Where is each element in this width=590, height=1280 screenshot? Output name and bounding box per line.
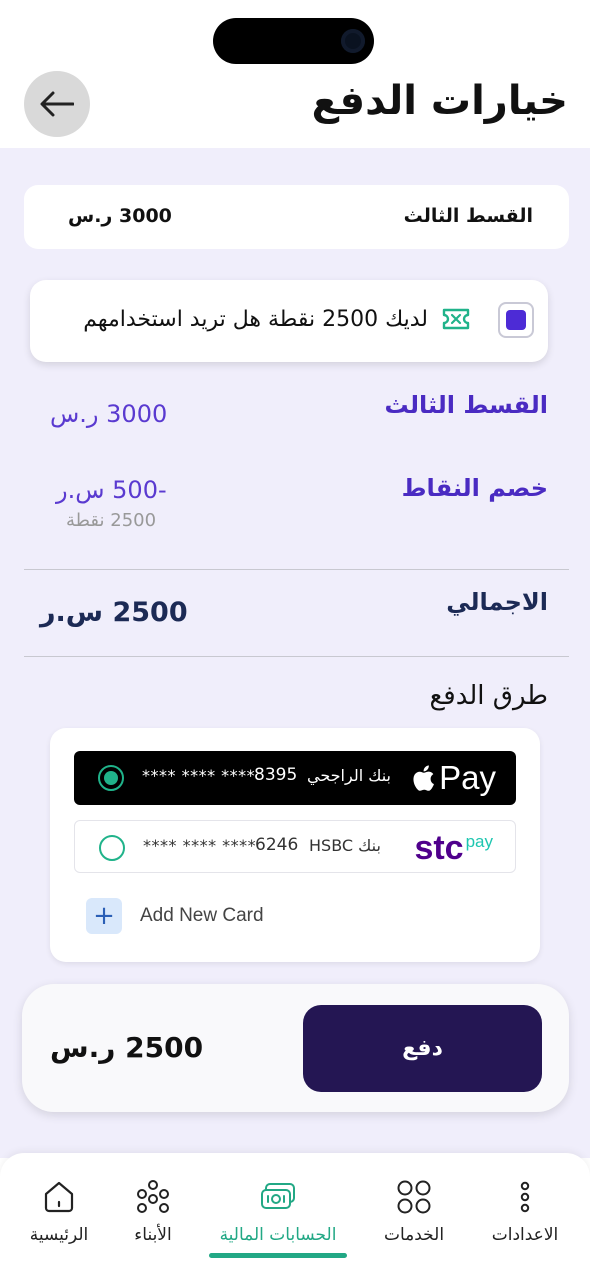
radio-dot <box>104 771 118 785</box>
ticket-icon <box>442 308 470 330</box>
card-last4: 8395 <box>254 765 298 785</box>
header: خيارات الدفع <box>0 64 590 148</box>
points-prompt-text: لديك 2500 نقطة هل تريد استخدامهم <box>83 307 428 332</box>
money-icon <box>261 1183 295 1209</box>
camera-icon <box>341 29 365 53</box>
tab-label: الخدمات <box>383 1225 445 1245</box>
family-icon <box>137 1180 169 1213</box>
summary-divider <box>24 569 569 570</box>
discount-value: -500 س.ر <box>56 476 167 504</box>
pay-bar: 2500 ر.س دفع <box>22 984 569 1112</box>
bank-name: بنك HSBC <box>309 836 381 855</box>
radio-unselected[interactable] <box>99 835 125 861</box>
camera-notch <box>213 18 374 64</box>
add-new-card-label: Add New Card <box>140 905 264 926</box>
payment-methods-title: طرق الدفع <box>429 681 548 711</box>
installment-value: 3000 ر.س <box>50 400 168 428</box>
payment-method-stc-pay[interactable]: **** **** **** 6246 بنك HSBC stc pay <box>74 820 516 873</box>
apple-pay-wordmark: Pay <box>439 759 496 796</box>
tab-services[interactable]: الخدمات <box>359 1177 469 1245</box>
installment-card-amount: 3000 ر.س <box>68 205 172 227</box>
use-points-checkbox[interactable] <box>498 302 534 338</box>
more-vertical-icon <box>520 1181 530 1213</box>
payment-method-apple-pay[interactable]: **** **** **** 8395 بنك الراجحي Pay <box>74 751 516 805</box>
total-divider <box>24 656 569 657</box>
radio-selected[interactable] <box>98 765 124 791</box>
apple-pay-logo: Pay <box>411 755 496 801</box>
stc-wordmark: stc <box>414 829 464 867</box>
installment-card: القسط الثالث 3000 ر.س <box>24 185 569 249</box>
tab-label: الرئيسية <box>29 1225 89 1245</box>
tab-children[interactable]: الأبناء <box>98 1177 208 1245</box>
page-title: خيارات الدفع <box>311 78 568 124</box>
card-mask: **** **** **** <box>143 836 257 855</box>
bank-name: بنك الراجحي <box>307 766 391 785</box>
tab-financial-accounts[interactable]: الحسابات المالية <box>213 1177 343 1245</box>
installment-label: القسط الثالث <box>384 391 548 419</box>
installment-card-label: القسط الثالث <box>403 205 533 227</box>
card-last4: 6246 <box>255 835 299 855</box>
apple-icon <box>413 765 435 791</box>
grid-icon <box>397 1180 431 1214</box>
stc-pay-logo: stc pay <box>414 829 493 865</box>
tab-label: الأبناء <box>134 1225 172 1245</box>
card-mask: **** **** **** <box>142 766 256 785</box>
main-content: القسط الثالث 3000 ر.س لديك 2500 نقطة هل … <box>0 148 590 1158</box>
total-label: الاجمالي <box>446 588 548 616</box>
plus-icon: + <box>86 898 122 934</box>
back-button[interactable] <box>24 71 90 137</box>
pay-wordmark: pay <box>465 832 493 851</box>
tab-settings[interactable]: الاعدادات <box>470 1177 580 1245</box>
tab-label: الحسابات المالية <box>219 1225 337 1245</box>
pay-amount: 2500 ر.س <box>50 1031 204 1064</box>
discount-label: خصم النقاط <box>401 474 548 502</box>
bottom-tabbar: الاعدادات الخدمات الحسابات المالية الأبن… <box>0 1153 590 1280</box>
add-new-card-button[interactable]: + Add New Card <box>86 898 264 934</box>
tab-home[interactable]: الرئيسية <box>4 1177 114 1245</box>
active-tab-indicator <box>209 1253 347 1258</box>
points-prompt-card: لديك 2500 نقطة هل تريد استخدامهم <box>30 280 548 362</box>
home-icon <box>44 1181 74 1213</box>
arrow-left-icon <box>40 91 74 117</box>
tab-label: الاعدادات <box>491 1225 559 1245</box>
payment-methods-card: **** **** **** 8395 بنك الراجحي Pay ****… <box>50 728 540 962</box>
checkbox-fill <box>506 310 526 330</box>
pay-button[interactable]: دفع <box>303 1005 542 1092</box>
total-value: 2500 س.ر <box>40 597 188 628</box>
discount-points: 2500 نقطة <box>66 510 157 531</box>
